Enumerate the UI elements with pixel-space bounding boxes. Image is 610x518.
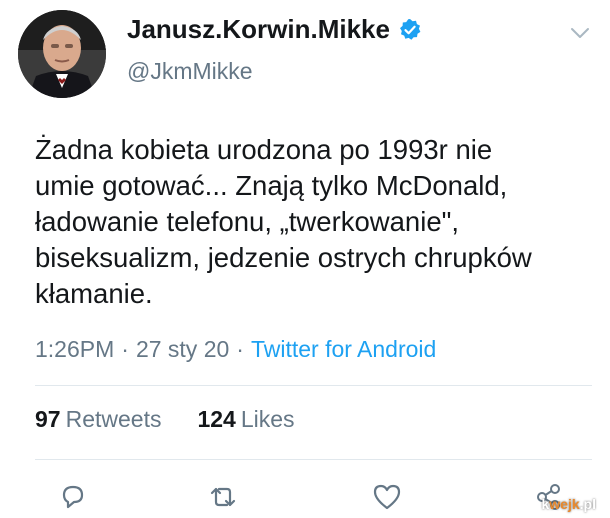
engagement-stats: 97 Retweets 124 Likes <box>35 406 295 433</box>
tweet-metadata: 1:26PM · 27 sty 20 · Twitter for Android <box>35 336 436 363</box>
likes-stat[interactable]: 124 Likes <box>197 406 294 432</box>
verified-badge-icon <box>398 18 422 42</box>
watermark: kwejk.pl <box>542 496 597 512</box>
tweet-date[interactable]: 27 sty 20 <box>136 336 229 362</box>
tweet-time[interactable]: 1:26PM <box>35 336 114 362</box>
likes-label: Likes <box>240 406 295 432</box>
tweet-text-line: Żadna kobieta urodzona po 1993r nie <box>35 134 493 165</box>
separator: · <box>236 336 244 362</box>
tweet-text-line: biseksualizm, jedzenie ostrych chrupków <box>35 242 532 273</box>
watermark-accent: wejk <box>549 496 580 512</box>
likes-count: 124 <box>197 406 236 432</box>
divider <box>35 459 592 460</box>
retweets-label: Retweets <box>65 406 162 432</box>
tweet-source-link[interactable]: Twitter for Android <box>251 336 436 362</box>
action-bar <box>0 480 610 514</box>
user-handle[interactable]: @JkmMikke <box>127 58 253 85</box>
chevron-down-icon[interactable] <box>570 26 590 40</box>
display-name-text: Janusz.Korwin.Mikke <box>127 14 390 44</box>
tweet-card: Janusz.Korwin.Mikke @JkmMikke Żadna kobi… <box>0 0 610 518</box>
display-name[interactable]: Janusz.Korwin.Mikke <box>127 14 422 45</box>
reply-icon[interactable] <box>56 480 90 514</box>
separator: · <box>121 336 129 362</box>
tweet-text-line: ładowanie telefonu, „twerkowanie", <box>35 206 460 237</box>
tweet-text: Żadna kobieta urodzona po 1993r nie umie… <box>35 132 595 312</box>
avatar[interactable] <box>18 10 106 98</box>
retweet-icon[interactable] <box>206 480 240 514</box>
divider <box>35 385 592 386</box>
tweet-text-line: kłamanie. <box>35 278 153 309</box>
tweet-text-line: umie gotować... Znają tylko McDonald, <box>35 170 508 201</box>
retweets-count: 97 <box>35 406 61 432</box>
retweets-stat[interactable]: 97 Retweets <box>35 406 161 432</box>
watermark-suffix: .pl <box>579 496 596 512</box>
heart-icon[interactable] <box>370 480 404 514</box>
